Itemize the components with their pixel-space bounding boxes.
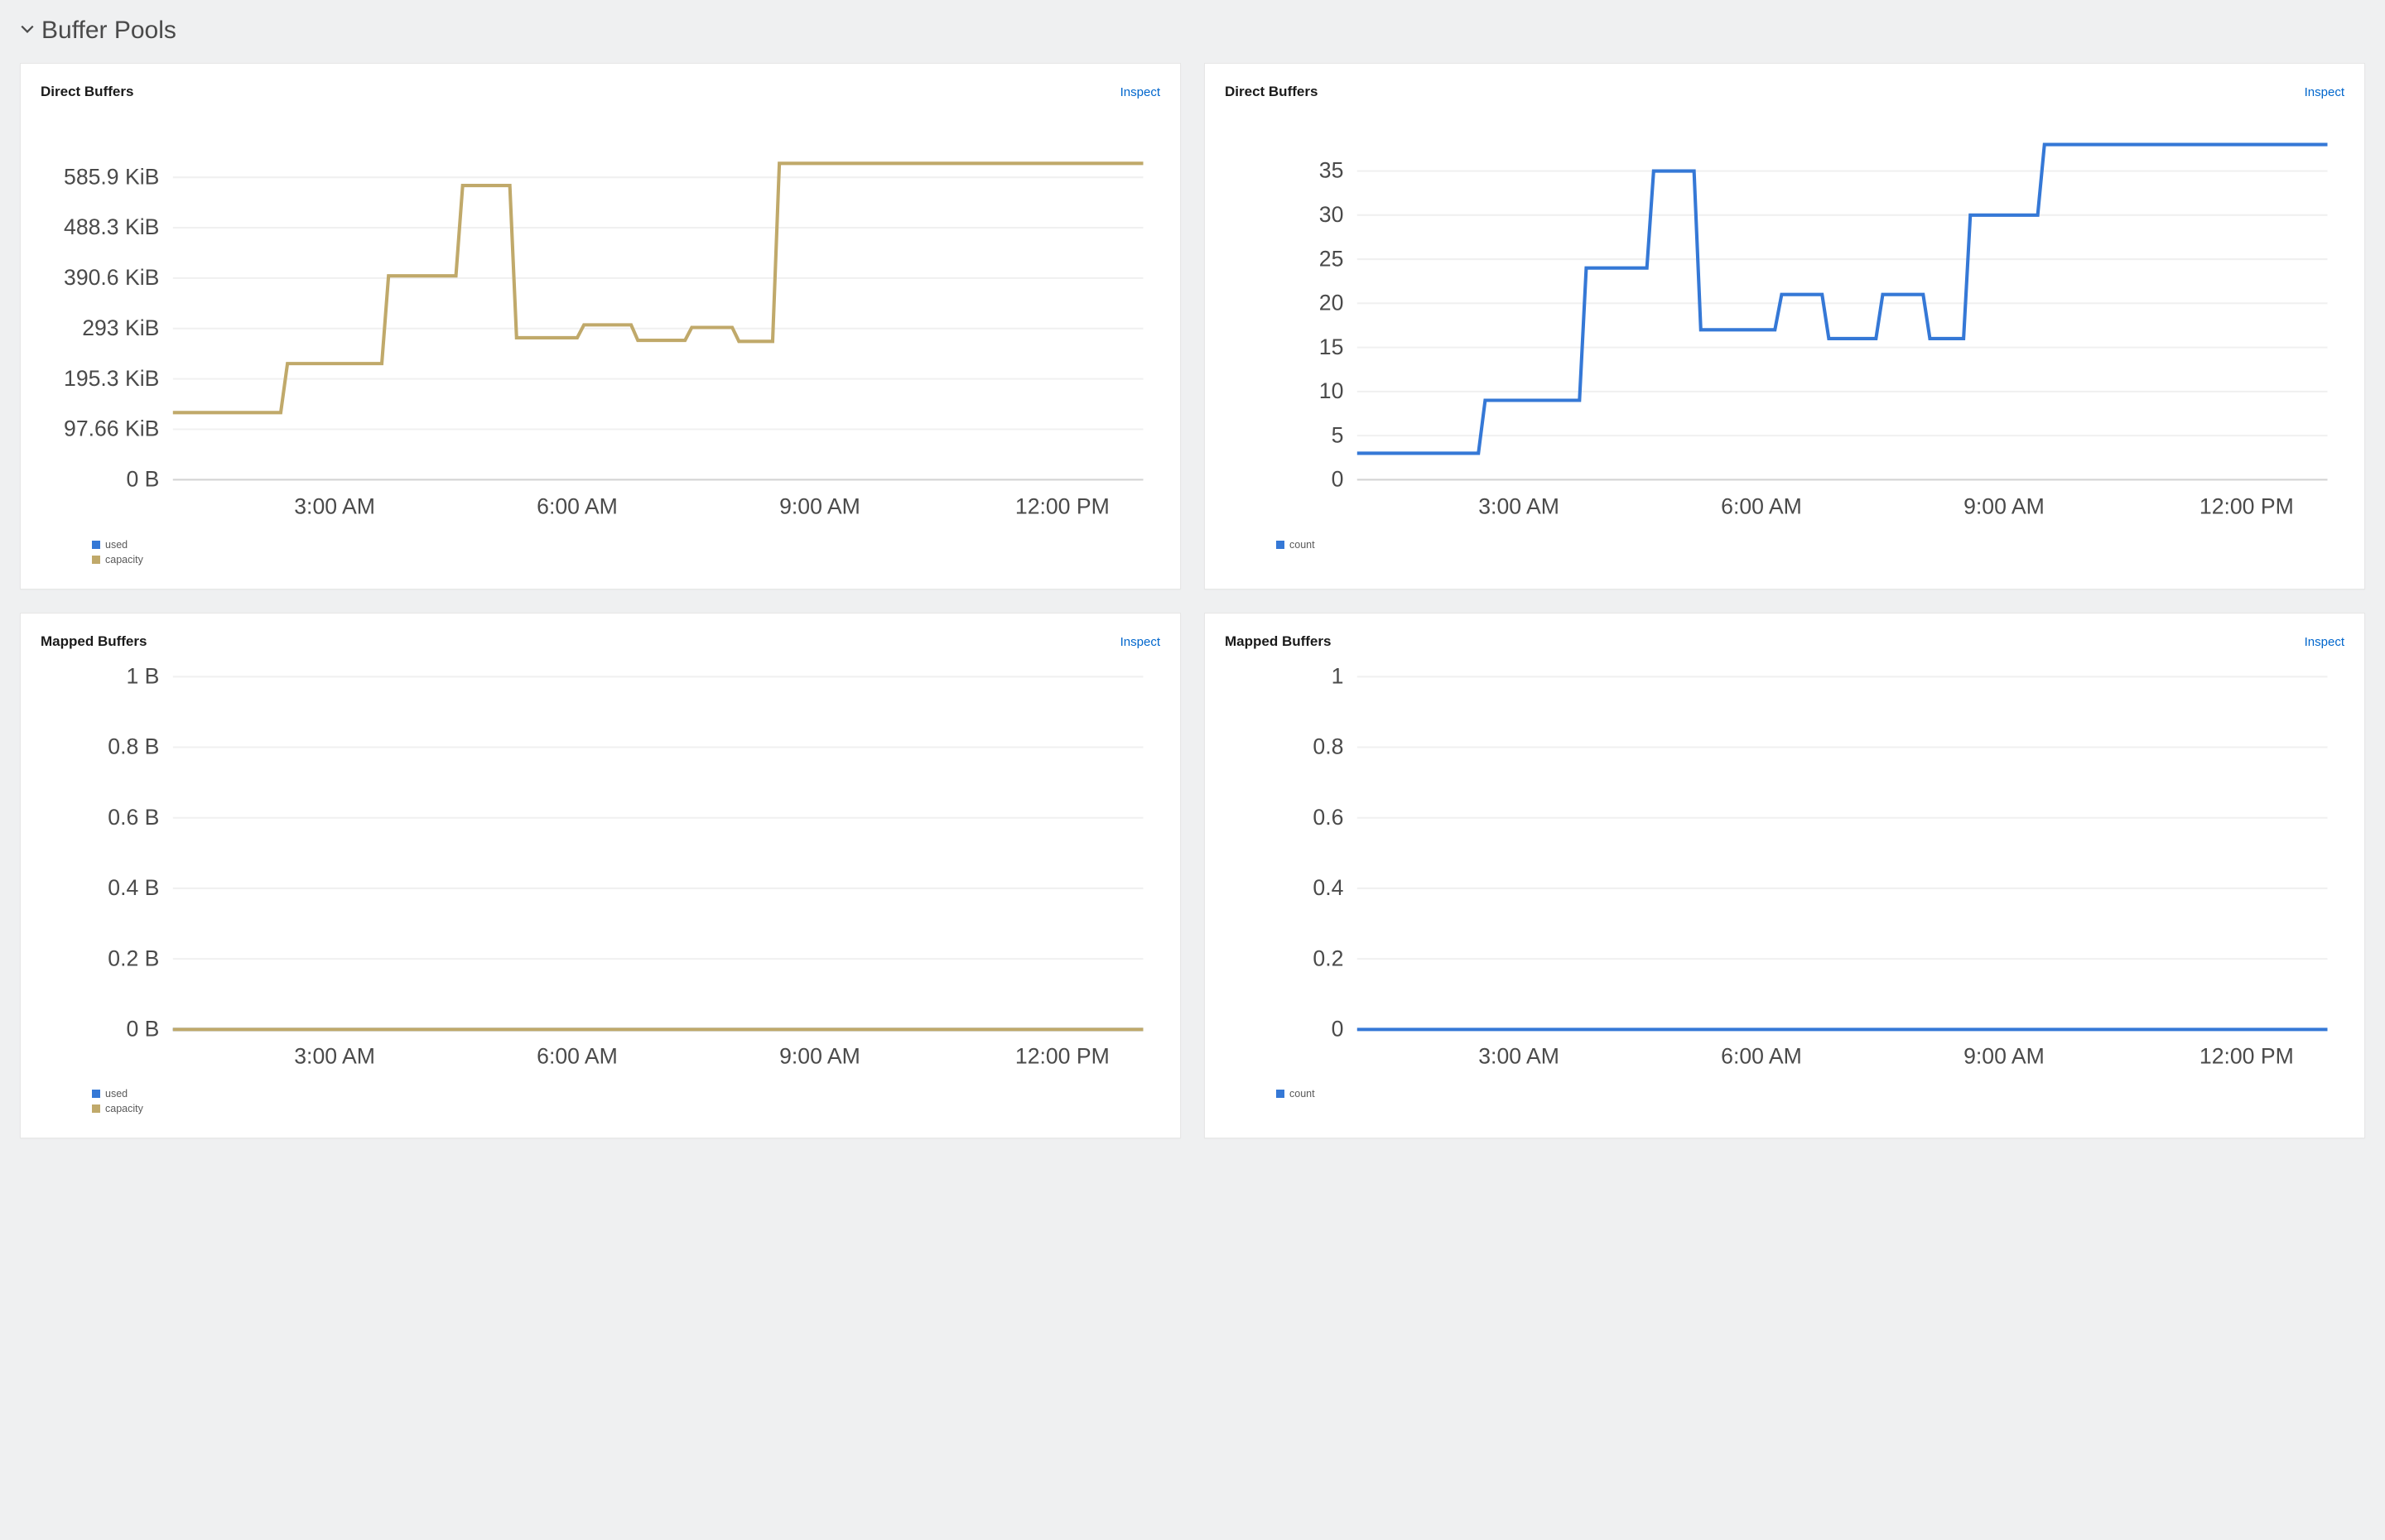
y-tick-label: 293 KiB <box>82 315 159 340</box>
y-tick-label: 585.9 KiB <box>64 164 159 189</box>
y-tick-label: 20 <box>1319 291 1344 315</box>
legend-swatch <box>1276 1090 1284 1098</box>
x-tick-label: 12:00 PM <box>2200 1043 2294 1068</box>
panel-header: Mapped Buffers Inspect <box>41 633 1160 650</box>
y-tick-label: 5 <box>1332 422 1344 447</box>
inspect-link[interactable]: Inspect <box>2305 635 2344 649</box>
legend-item[interactable]: count <box>1276 1088 2344 1100</box>
inspect-link[interactable]: Inspect <box>1120 85 1160 99</box>
y-tick-label: 0.8 <box>1313 734 1343 758</box>
series-line-capacity <box>173 163 1144 412</box>
chart-area[interactable]: 0 B0.2 B0.4 B0.6 B0.8 B1 B3:00 AM6:00 AM… <box>41 667 1160 1074</box>
legend-swatch <box>1276 541 1284 549</box>
panel-grid: Direct Buffers Inspect 0 B 97.66 KiB 195.3 K… <box>20 63 2365 1138</box>
panel-title: Mapped Buffers <box>41 633 147 650</box>
series-line-count <box>1357 145 2328 454</box>
panel-header: Mapped Buffers Inspect <box>1225 633 2344 650</box>
legend: count <box>1276 539 2344 551</box>
y-tick-label: 35 <box>1319 158 1344 183</box>
legend-swatch <box>92 541 100 549</box>
legend-item[interactable]: count <box>1276 539 2344 551</box>
legend: count <box>1276 1088 2344 1100</box>
legend-label: count <box>1289 539 1315 551</box>
panel-mapped-bytes: Mapped Buffers Inspect 0 B 0.2 B 0.4 B 0.6 B 0… <box>20 613 1181 1139</box>
chart-svg: 0 B0.2 B0.4 B0.6 B0.8 B1 B3:00 AM6:00 AM… <box>41 667 1160 1074</box>
x-tick-label: 3:00 AM <box>1478 493 1559 518</box>
y-tick-label: 0.4 <box>1313 875 1343 900</box>
x-tick-label: 6:00 AM <box>537 493 618 518</box>
x-tick-label: 9:00 AM <box>1963 1043 2045 1068</box>
chart-area[interactable]: 00.20.40.60.813:00 AM6:00 AM9:00 AM12:00… <box>1225 667 2344 1074</box>
x-tick-label: 9:00 AM <box>1963 493 2045 518</box>
x-tick-label: 12:00 PM <box>2200 493 2294 518</box>
y-tick-label: 0.2 <box>1313 946 1343 970</box>
panel-direct-bytes: Direct Buffers Inspect 0 B 97.66 KiB 195.3 K… <box>20 63 1181 590</box>
x-tick-label: 3:00 AM <box>294 493 375 518</box>
legend-item[interactable]: used <box>92 539 1160 551</box>
legend-swatch <box>92 556 100 564</box>
legend: used capacity <box>92 539 1160 565</box>
y-tick-label: 0 B <box>126 1016 159 1041</box>
x-tick-label: 3:00 AM <box>294 1043 375 1068</box>
x-tick-label: 6:00 AM <box>1721 493 1802 518</box>
legend-item[interactable]: used <box>92 1088 1160 1100</box>
chart-area[interactable]: 0 5 10 15 20 25 30 35 3:00 AM 6:00 AM 9:00 AM 12:00… <box>1225 117 2344 524</box>
panel-title: Direct Buffers <box>41 84 133 100</box>
panel-header: Direct Buffers Inspect <box>41 84 1160 100</box>
section-title: Buffer Pools <box>41 17 176 45</box>
y-tick-label: 0.2 B <box>108 946 159 970</box>
inspect-link[interactable]: Inspect <box>1120 635 1160 649</box>
x-tick-label: 12:00 PM <box>1015 493 1110 518</box>
y-tick-label: 0.6 <box>1313 805 1343 830</box>
legend-item[interactable]: capacity <box>92 1103 1160 1114</box>
legend-swatch <box>92 1104 100 1113</box>
chart-svg: 0 5 10 15 20 25 30 35 3:00 AM 6:00 AM 9:00 AM 12:00… <box>1225 117 2344 524</box>
legend-label: used <box>105 539 128 551</box>
y-tick-label: 195.3 KiB <box>64 366 159 391</box>
y-tick-label: 97.66 KiB <box>64 416 159 441</box>
panel-title: Mapped Buffers <box>1225 633 1331 650</box>
y-tick-label: 0 <box>1332 1016 1344 1041</box>
legend-item[interactable]: capacity <box>92 554 1160 565</box>
legend-label: capacity <box>105 1103 143 1114</box>
y-tick-label: 0.8 B <box>108 734 159 758</box>
legend-label: used <box>105 1088 128 1100</box>
x-tick-label: 9:00 AM <box>779 493 860 518</box>
y-tick-label: 1 B <box>126 663 159 688</box>
legend-swatch <box>92 1090 100 1098</box>
y-tick-label: 390.6 KiB <box>64 265 159 290</box>
y-tick-label: 0.6 B <box>108 805 159 830</box>
y-tick-label: 0 <box>1332 467 1344 492</box>
x-tick-label: 6:00 AM <box>537 1043 618 1068</box>
section-header[interactable]: Buffer Pools <box>20 17 2365 45</box>
chart-svg: 00.20.40.60.813:00 AM6:00 AM9:00 AM12:00… <box>1225 667 2344 1074</box>
legend: used capacity <box>92 1088 1160 1114</box>
chart-svg: 0 B 97.66 KiB 195.3 KiB 293 KiB 390.6 KiB 488… <box>41 117 1160 524</box>
panel-header: Direct Buffers Inspect <box>1225 84 2344 100</box>
x-tick-label: 6:00 AM <box>1721 1043 1802 1068</box>
inspect-link[interactable]: Inspect <box>2305 85 2344 99</box>
panel-mapped-count: Mapped Buffers Inspect 0 0.2 0.4 0.6 0.8 1 3:00 … <box>1204 613 2365 1139</box>
y-tick-label: 15 <box>1319 334 1344 359</box>
chevron-down-icon <box>20 22 35 41</box>
y-tick-label: 25 <box>1319 246 1344 271</box>
y-tick-label: 30 <box>1319 202 1344 227</box>
legend-label: capacity <box>105 554 143 565</box>
y-tick-label: 10 <box>1319 378 1344 403</box>
x-tick-label: 3:00 AM <box>1478 1043 1559 1068</box>
x-tick-label: 9:00 AM <box>779 1043 860 1068</box>
legend-label: count <box>1289 1088 1315 1100</box>
y-tick-label: 0.4 B <box>108 875 159 900</box>
chart-area[interactable]: 0 B 97.66 KiB 195.3 KiB 293 KiB 390.6 KiB 488… <box>41 117 1160 524</box>
x-tick-label: 12:00 PM <box>1015 1043 1110 1068</box>
y-tick-label: 0 B <box>126 467 159 492</box>
panel-title: Direct Buffers <box>1225 84 1318 100</box>
panel-direct-count: Direct Buffers Inspect 0 5 10 15 20 25 30 35 3:00 … <box>1204 63 2365 590</box>
y-tick-label: 488.3 KiB <box>64 214 159 239</box>
y-tick-label: 1 <box>1332 663 1344 688</box>
